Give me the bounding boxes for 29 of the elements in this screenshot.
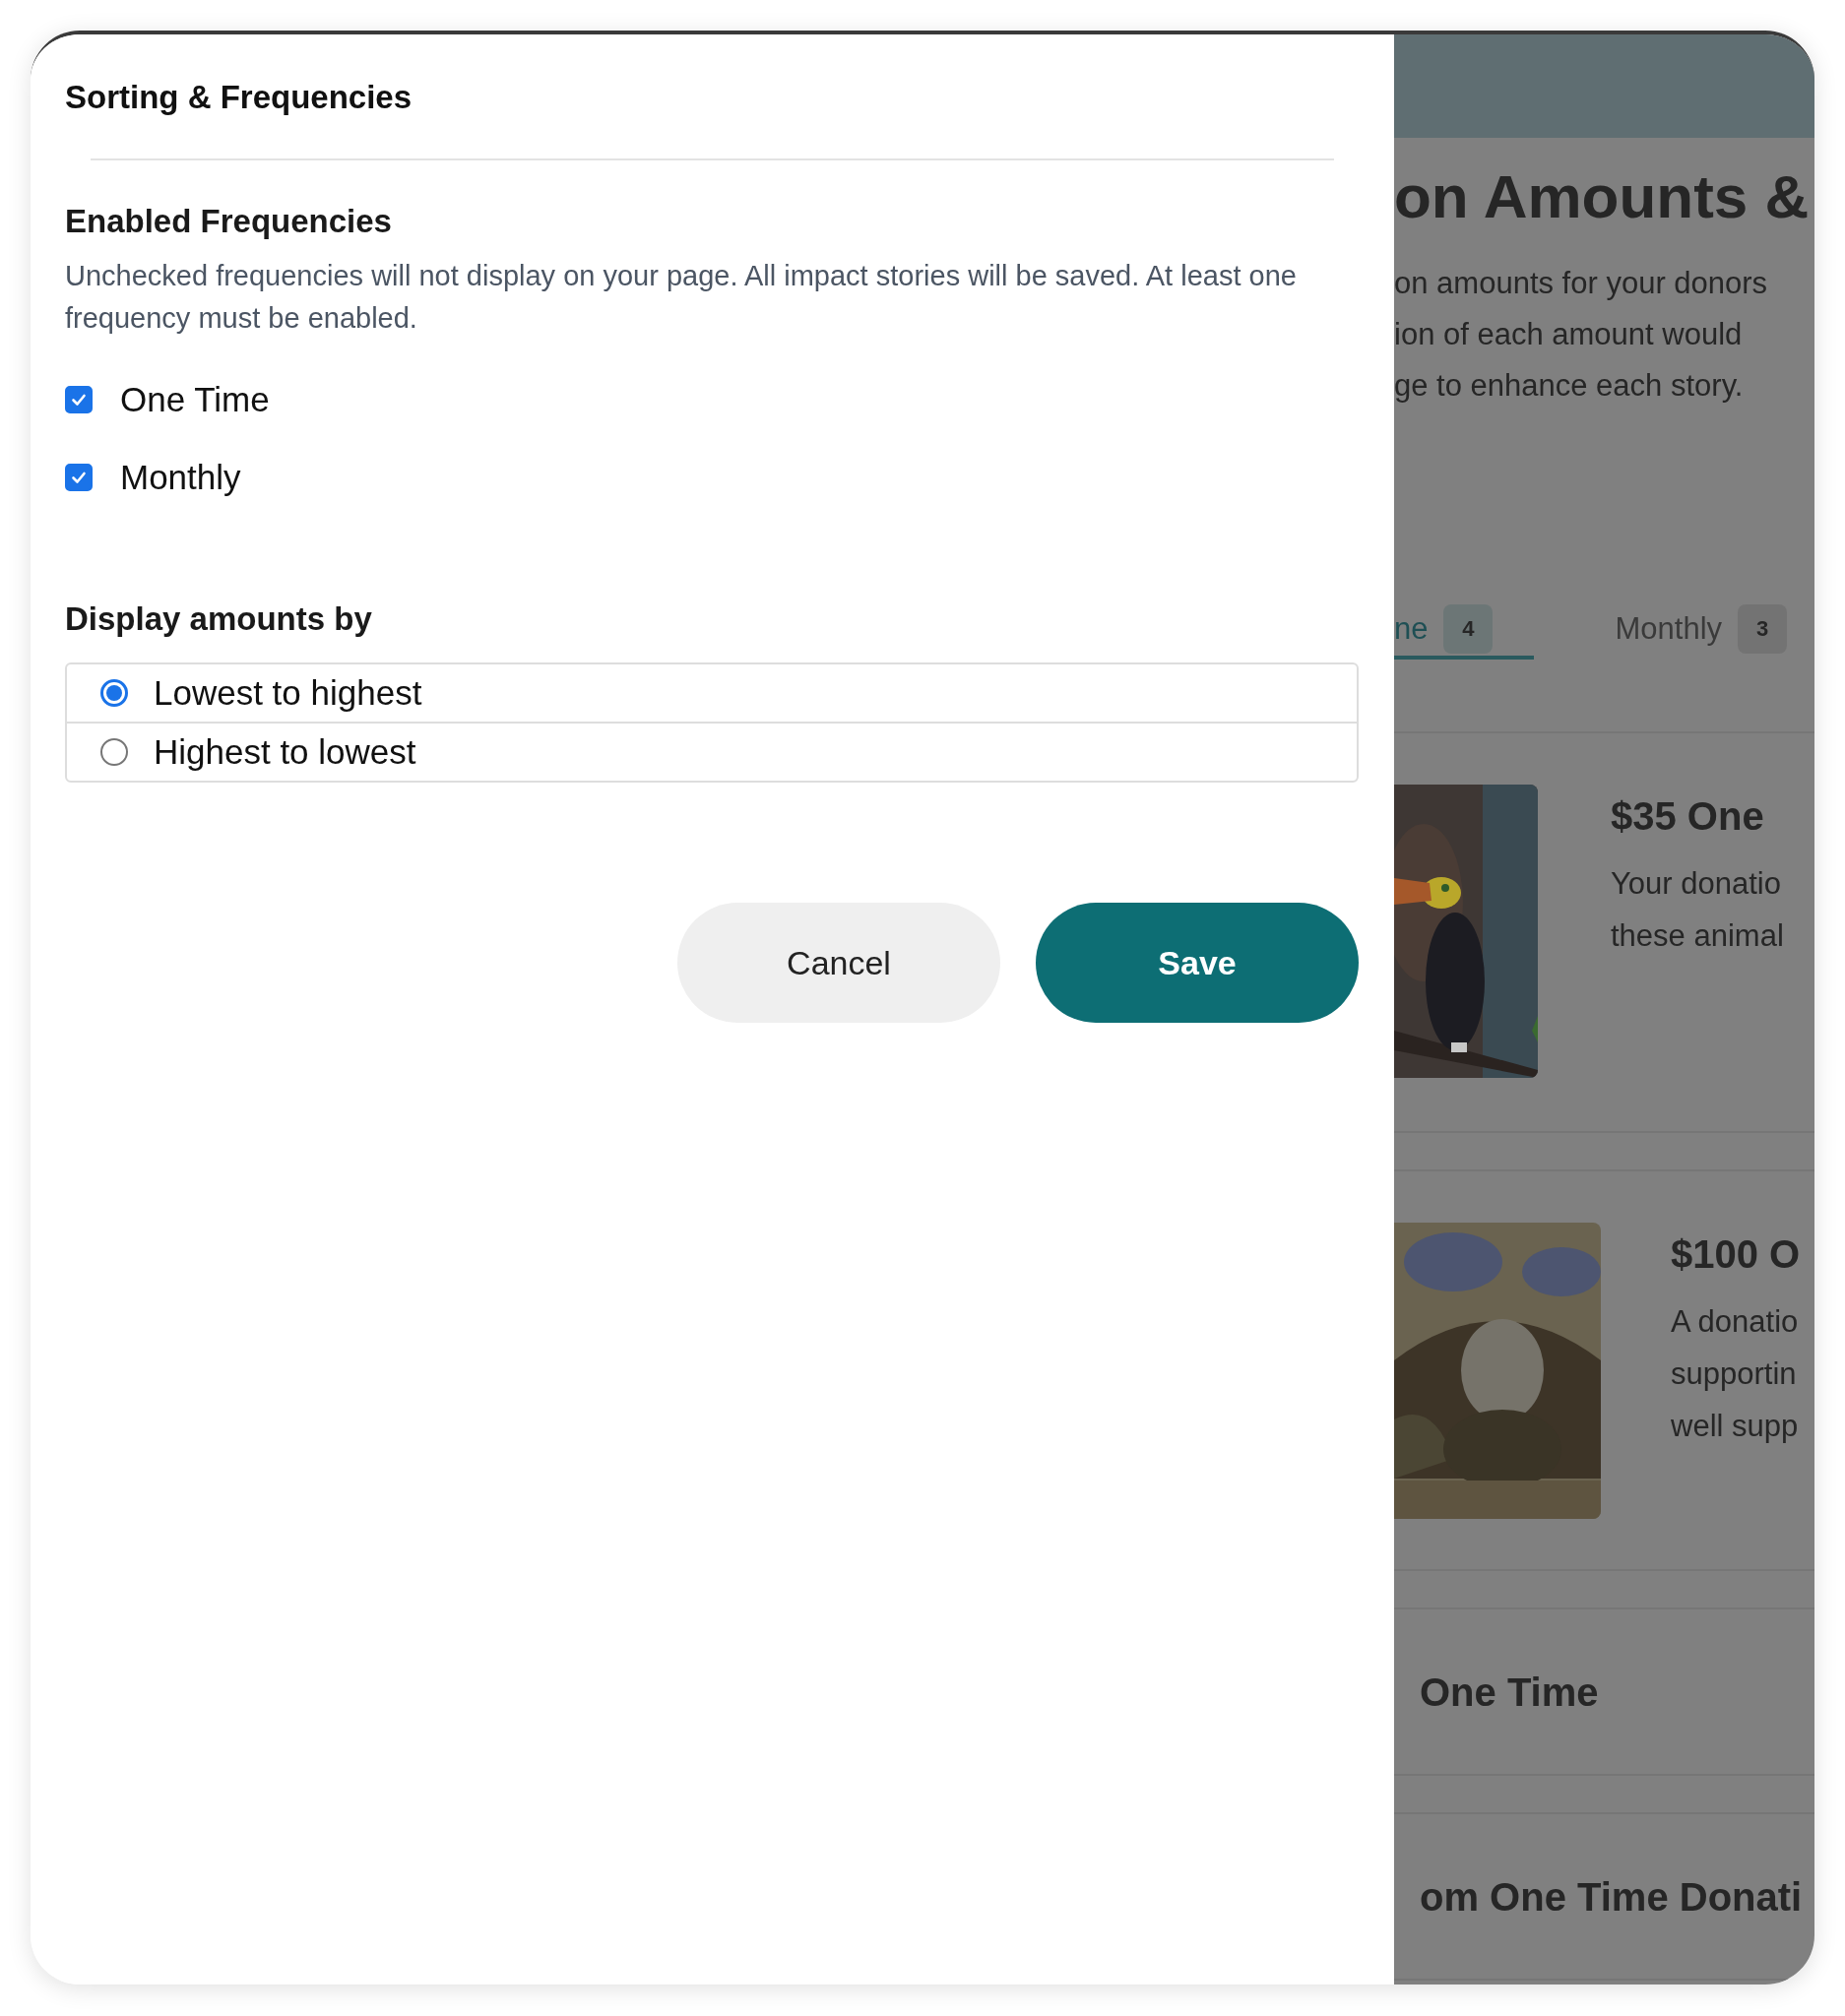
checkbox-label: Monthly (120, 457, 241, 497)
section-heading: Enabled Frequencies (65, 202, 393, 241)
card-text: Your donatio (1611, 865, 1782, 903)
card-title: One Time (1419, 1669, 1599, 1716)
card-text: supportin (1671, 1355, 1798, 1393)
radio-button[interactable] (100, 738, 128, 766)
count-badge: 3 (1738, 604, 1788, 654)
page-heading: on Amounts & (1394, 161, 1811, 232)
radio-option[interactable]: Highest to lowest (67, 722, 1357, 781)
cancel-button[interactable]: Cancel (677, 903, 1000, 1023)
radio-button[interactable] (100, 679, 128, 707)
checkbox[interactable] (65, 463, 93, 491)
card-title: om One Time Donati (1419, 1873, 1803, 1921)
checkbox[interactable] (65, 385, 93, 413)
checkbox-label: One Time (120, 379, 270, 419)
card-title: $100 O (1671, 1231, 1801, 1278)
card-text: these animal (1611, 917, 1784, 955)
card-title: $35 One (1611, 793, 1765, 840)
count-badge: 4 (1443, 604, 1494, 654)
page-description: ge to enhance each story. (1394, 367, 1745, 405)
page-description: on amounts for your donors (1394, 265, 1769, 302)
section-heading: Display amounts by (65, 599, 373, 639)
save-button[interactable]: Save (1036, 903, 1359, 1023)
radio-option[interactable]: Lowest to highest (67, 664, 1357, 722)
card-text: A donatio (1671, 1303, 1800, 1341)
dialog-title: Sorting & Frequencies (65, 78, 414, 117)
page-description: ion of each amount would (1394, 316, 1744, 353)
section-description: Unchecked frequencies will not display on your page. All impact stories will be saved. At least one frequency must be enabled. (65, 259, 1298, 336)
card-text: well supp (1671, 1408, 1800, 1445)
